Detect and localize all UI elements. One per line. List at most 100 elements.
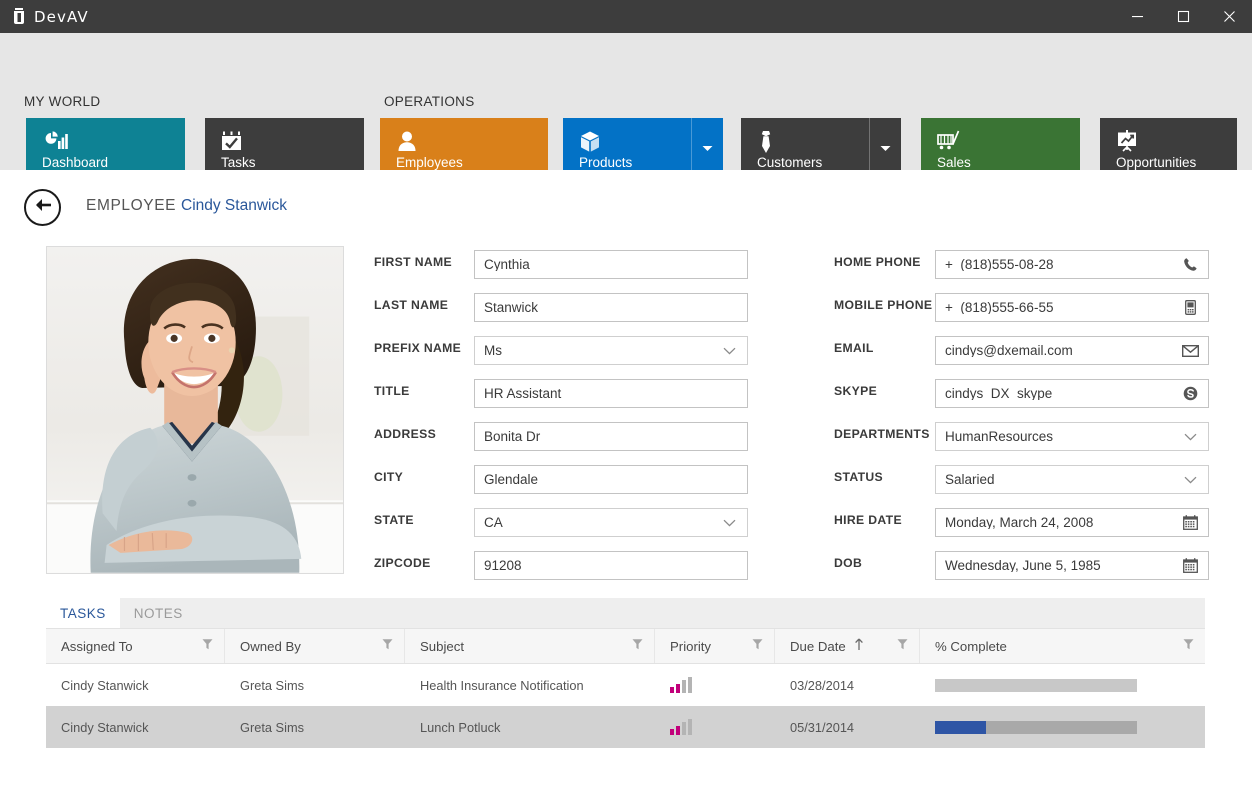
dashboard-chart-icon — [42, 130, 68, 157]
back-button[interactable] — [24, 189, 61, 226]
field-value: Stanwick — [484, 301, 739, 315]
field-value: Bonita Dr — [484, 430, 739, 444]
chevron-down-icon — [702, 139, 713, 157]
nav-tile-customers-wrap: Customers — [741, 118, 901, 178]
filter-funnel-icon[interactable] — [632, 639, 643, 654]
grid-column-header[interactable]: Priority — [655, 629, 775, 663]
grid-body: Cindy Stanwick Greta Sims Health Insurance… — [46, 664, 1205, 748]
field-value: Wednesday, June 5, 1985 — [945, 559, 1180, 573]
tab-notes[interactable]: NOTES — [120, 598, 197, 628]
grid-column-label: % Complete — [935, 639, 1007, 654]
nav-tile-label: Sales — [937, 156, 1080, 170]
field-hire-date[interactable]: Monday, March 24, 2008 — [935, 508, 1209, 537]
field-skype[interactable]: cindys_DX_skype — [935, 379, 1209, 408]
breadcrumb-section: EMPLOYEE — [86, 197, 176, 215]
nav-tile-dashboard[interactable]: Dashboard — [26, 118, 185, 178]
nav-tile-dashboard-wrap: Dashboard — [26, 118, 185, 178]
nav-tile-opportunities[interactable]: Opportunities — [1100, 118, 1237, 178]
field-label: LAST NAME — [374, 298, 448, 312]
field-dob[interactable]: Wednesday, June 5, 1985 — [935, 551, 1209, 580]
tab-tasks[interactable]: TASKS — [46, 598, 120, 628]
cell-subject: Health Insurance Notification — [405, 664, 655, 706]
cell-text: 05/31/2014 — [790, 720, 854, 735]
field-last-name[interactable]: Stanwick — [474, 293, 748, 322]
field-label: STATE — [374, 513, 414, 527]
priority-bars-icon — [670, 677, 692, 693]
field-label: FIRST NAME — [374, 255, 452, 269]
cell-text: Lunch Potluck — [420, 720, 500, 735]
filter-funnel-icon[interactable] — [752, 639, 763, 654]
field-status[interactable]: Salaried — [935, 465, 1209, 494]
close-button[interactable] — [1206, 0, 1252, 33]
field-state[interactable]: CA — [474, 508, 748, 537]
cell-text: Greta Sims — [240, 720, 304, 735]
field-value: Glendale — [484, 473, 739, 487]
chevron-down-icon[interactable] — [719, 519, 739, 527]
maximize-button[interactable] — [1160, 0, 1206, 33]
grid-column-header[interactable]: Owned By — [225, 629, 405, 663]
minimize-button[interactable] — [1114, 0, 1160, 33]
calendar-icon[interactable] — [1180, 515, 1200, 530]
nav-tile-products[interactable]: Products — [563, 118, 691, 178]
filter-funnel-icon[interactable] — [1183, 639, 1194, 654]
field-zipcode[interactable]: 91208 — [474, 551, 748, 580]
field-prefix-name[interactable]: Ms — [474, 336, 748, 365]
cell-percent_complete — [920, 664, 1205, 706]
cell-text: Greta Sims — [240, 678, 304, 693]
calendar-icon[interactable] — [1180, 558, 1200, 573]
field-value: cindys_DX_skype — [945, 387, 1180, 401]
field-email[interactable]: cindys@dxemail.com — [935, 336, 1209, 365]
nav-tile-tasks[interactable]: Tasks — [205, 118, 364, 178]
window-controls — [1114, 0, 1252, 33]
nav-tile-sales[interactable]: Sales — [921, 118, 1080, 178]
field-city[interactable]: Glendale — [474, 465, 748, 494]
breadcrumb-current[interactable]: Cindy Stanwick — [181, 197, 287, 215]
nav-tile-products-dropdown[interactable] — [691, 118, 723, 178]
nav-tile-customers[interactable]: Customers — [741, 118, 869, 178]
table-row[interactable]: Cindy Stanwick Greta Sims Lunch Potluck 05/… — [46, 706, 1205, 748]
chevron-down-icon[interactable] — [719, 347, 739, 355]
cell-text: Cindy Stanwick — [61, 720, 148, 735]
field-mobile-phone[interactable]: +_(818)555-66-55 — [935, 293, 1209, 322]
field-value: CA — [484, 516, 719, 530]
nav-tile-employees[interactable]: Employees — [380, 118, 548, 178]
nav-tile-label: Tasks — [221, 156, 364, 170]
cell-due_date: 05/31/2014 — [775, 706, 920, 748]
back-arrow-icon — [33, 197, 53, 218]
app-brand: DevAV — [0, 8, 89, 26]
nav-tile-customers-dropdown[interactable] — [869, 118, 901, 178]
table-row[interactable]: Cindy StanwickGreta SimsHealth Insurance… — [46, 664, 1205, 706]
person-icon — [396, 130, 418, 157]
field-value: Cynthia — [484, 258, 739, 272]
progress-bar — [935, 721, 1137, 734]
grid-column-header[interactable]: Subject — [405, 629, 655, 663]
field-address[interactable]: Bonita Dr — [474, 422, 748, 451]
field-value: +_(818)555-66-55 — [945, 301, 1180, 315]
priority-bars-icon — [670, 719, 692, 735]
filter-funnel-icon[interactable] — [382, 639, 393, 654]
grid-column-header[interactable]: % Complete — [920, 629, 1205, 663]
chevron-down-icon[interactable] — [1180, 433, 1200, 441]
envelope-icon — [1180, 345, 1200, 357]
field-home-phone[interactable]: +_(818)555-08-28 — [935, 250, 1209, 279]
field-label: TITLE — [374, 384, 410, 398]
field-title[interactable]: HR Assistant — [474, 379, 748, 408]
sort-ascending-icon — [854, 638, 864, 654]
progress-bar — [935, 679, 1137, 692]
chevron-down-icon[interactable] — [1180, 476, 1200, 484]
nav-tile-products-wrap: Products — [563, 118, 723, 178]
field-first-name[interactable]: Cynthia — [474, 250, 748, 279]
filter-funnel-icon[interactable] — [897, 639, 908, 654]
field-label: STATUS — [834, 470, 883, 484]
field-value: 91208 — [484, 559, 739, 573]
necktie-icon — [757, 130, 775, 159]
grid-column-header[interactable]: Due Date — [775, 629, 920, 663]
cell-assigned_to: Cindy Stanwick — [46, 706, 225, 748]
nav-group-label-operations: OPERATIONS — [384, 94, 475, 109]
filter-funnel-icon[interactable] — [202, 639, 213, 654]
box-icon — [579, 130, 601, 159]
cell-text: Health Insurance Notification — [420, 678, 584, 693]
field-departments[interactable]: HumanResources — [935, 422, 1209, 451]
field-label: HIRE DATE — [834, 513, 902, 527]
grid-column-header[interactable]: Assigned To — [46, 629, 225, 663]
